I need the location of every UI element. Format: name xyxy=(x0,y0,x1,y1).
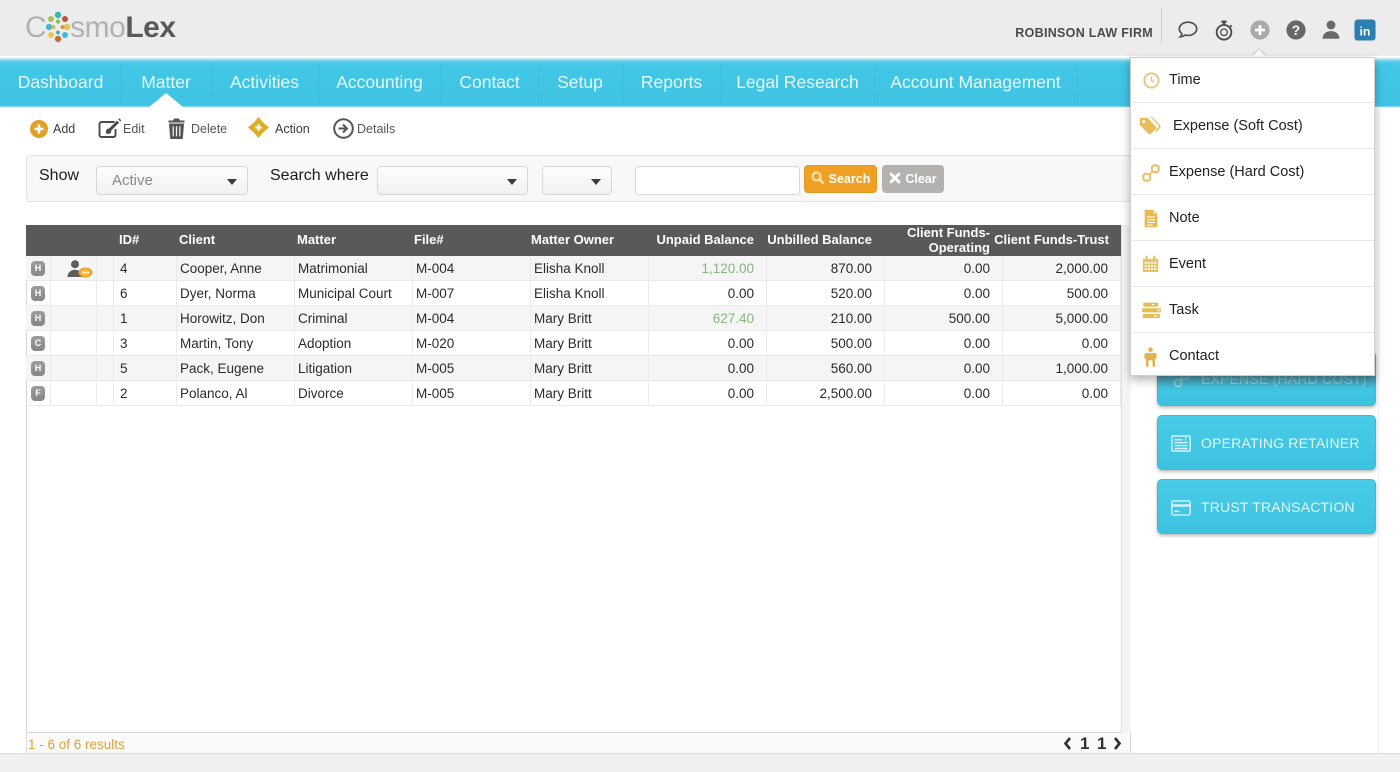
svg-text:?: ? xyxy=(1292,23,1300,38)
svg-text:in: in xyxy=(1360,25,1371,39)
